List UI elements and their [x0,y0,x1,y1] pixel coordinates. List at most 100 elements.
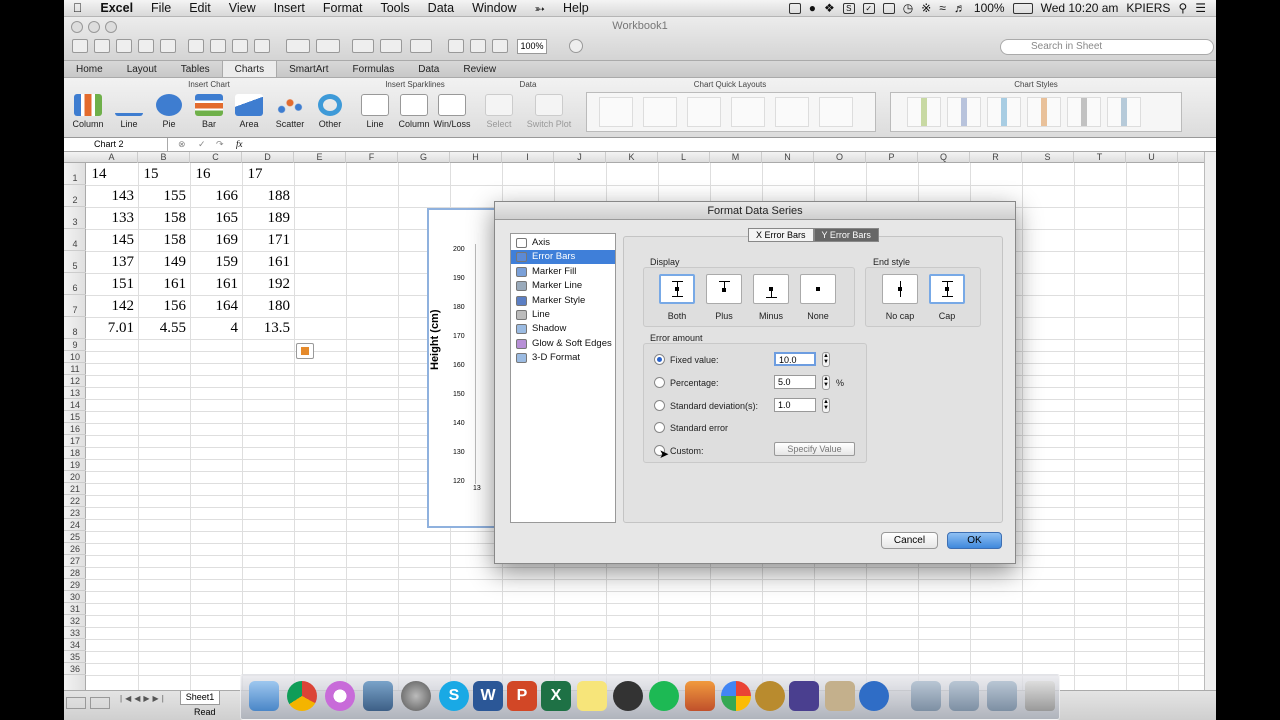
style-thumb[interactable] [1107,97,1141,127]
row-header[interactable]: 20 [64,471,86,483]
powerpoint-icon[interactable]: P [507,681,537,711]
table-cell[interactable]: 188 [242,188,294,205]
table-cell[interactable]: 133 [86,210,138,227]
paste-icon[interactable] [232,39,248,53]
table-cell[interactable]: 143 [86,188,138,205]
y-error-bars-segment[interactable]: Y Error Bars [813,228,879,242]
table-cell[interactable]: 17 [242,166,272,183]
column-header[interactable]: L [658,152,710,163]
insert-pie-chart-button[interactable]: Pie [149,94,189,138]
row-header[interactable]: 17 [64,435,86,447]
tab-home[interactable]: Home [64,61,115,77]
photo-app-icon[interactable] [789,681,819,711]
column-header[interactable]: N [762,152,814,163]
quicktime-icon[interactable] [859,681,889,711]
row-header[interactable]: 22 [64,495,86,507]
itunes-icon[interactable] [325,681,355,711]
trash-icon[interactable] [1025,681,1055,711]
std-dev-input[interactable]: 1.0 [774,398,816,412]
style-thumb[interactable] [1027,97,1061,127]
spotlight-icon[interactable]: ⚲ [1178,1,1187,15]
name-box[interactable]: Chart 2 [64,138,168,152]
table-cell[interactable]: 166 [190,188,242,205]
percentage-input[interactable]: 5.0 [774,375,816,389]
finder-icon[interactable] [249,681,279,711]
cancel-formula-icon[interactable]: ⊗ [178,139,186,150]
column-header[interactable]: C [190,152,242,163]
row-header[interactable]: 6 [64,273,86,295]
system-preferences-icon[interactable] [401,681,431,711]
std-dev-radio[interactable] [654,400,665,411]
wifi-icon[interactable]: ≈ [939,1,946,15]
vertical-scrollbar[interactable] [1204,152,1216,690]
tray-s-icon[interactable]: S [842,2,855,14]
table-cell[interactable]: 169 [190,232,242,249]
style-thumb[interactable] [907,97,941,127]
table-cell[interactable]: 13.5 [242,320,294,337]
column-header[interactable]: Q [918,152,970,163]
specify-value-button[interactable]: Specify Value [774,442,855,456]
function-icon[interactable] [448,39,464,53]
column-header[interactable]: U [1126,152,1178,163]
column-header[interactable]: G [398,152,450,163]
battery-icon[interactable] [1012,2,1033,14]
column-header[interactable]: O [814,152,866,163]
page-layout-view-icon[interactable] [90,697,110,709]
percentage-radio[interactable] [654,377,665,388]
column-header[interactable]: A [86,152,138,163]
table-cell[interactable]: 149 [138,254,190,271]
tab-layout[interactable]: Layout [115,61,169,77]
category-item[interactable]: Glow & Soft Edges [511,337,615,351]
row-header[interactable]: 29 [64,579,86,591]
row-header[interactable]: 8 [64,317,86,339]
insert-other-chart-button[interactable]: Other [310,94,350,138]
undo-icon[interactable] [286,39,310,53]
time-machine-icon[interactable]: ◷ [903,1,913,15]
category-item[interactable]: Marker Line [511,279,615,293]
print-icon[interactable] [160,39,176,53]
row-header[interactable]: 12 [64,375,86,387]
apple-icon[interactable]:  [64,1,91,15]
table-cell[interactable]: 161 [242,254,294,271]
table-cell[interactable]: 142 [86,298,138,315]
tab-formulas[interactable]: Formulas [341,61,407,77]
table-cell[interactable]: 171 [242,232,294,249]
row-header[interactable]: 30 [64,591,86,603]
column-header[interactable]: J [554,152,606,163]
row-header[interactable]: 3 [64,207,86,229]
recorder-icon[interactable] [613,681,643,711]
menu-view[interactable]: View [220,1,265,15]
row-header[interactable]: 24 [64,519,86,531]
tab-data[interactable]: Data [406,61,451,77]
sparkline-column-button[interactable]: Column [394,94,434,138]
column-header[interactable]: I [502,152,554,163]
row-header[interactable]: 27 [64,555,86,567]
std-error-radio[interactable] [654,422,665,433]
row-header[interactable]: 26 [64,543,86,555]
row-header[interactable]: 7 [64,295,86,317]
fixed-value-input[interactable]: 10.0 [774,352,816,366]
row-header[interactable]: 16 [64,423,86,435]
menu-data[interactable]: Data [419,1,463,15]
column-header[interactable]: T [1074,152,1126,163]
table-cell[interactable]: 165 [190,210,242,227]
paste-options-icon[interactable] [296,343,314,359]
gallery-icon[interactable] [72,39,88,53]
sort-icon[interactable] [380,39,402,53]
battery-percent[interactable]: 100% [974,1,1005,15]
layout-thumb[interactable] [731,97,765,127]
chart-styles-gallery[interactable] [890,92,1182,132]
display-minus-button[interactable] [753,274,789,304]
table-cell[interactable]: 156 [138,298,190,315]
std-dev-stepper[interactable]: ▲ ▼ [822,398,830,413]
insert-scatter-chart-button[interactable]: Scatter [270,94,310,138]
notification-icon[interactable]: ● [809,1,816,15]
sheet-nav-arrows[interactable]: |◀◀▶▶| [120,694,167,703]
table-cell[interactable]: 158 [138,232,190,249]
layout-thumb[interactable] [599,97,633,127]
row-header[interactable]: 31 [64,603,86,615]
table-cell[interactable]: 151 [86,276,138,293]
layout-thumb[interactable] [819,97,853,127]
sparkline-line-button[interactable]: Line [355,94,395,138]
word-icon[interactable]: W [473,681,503,711]
